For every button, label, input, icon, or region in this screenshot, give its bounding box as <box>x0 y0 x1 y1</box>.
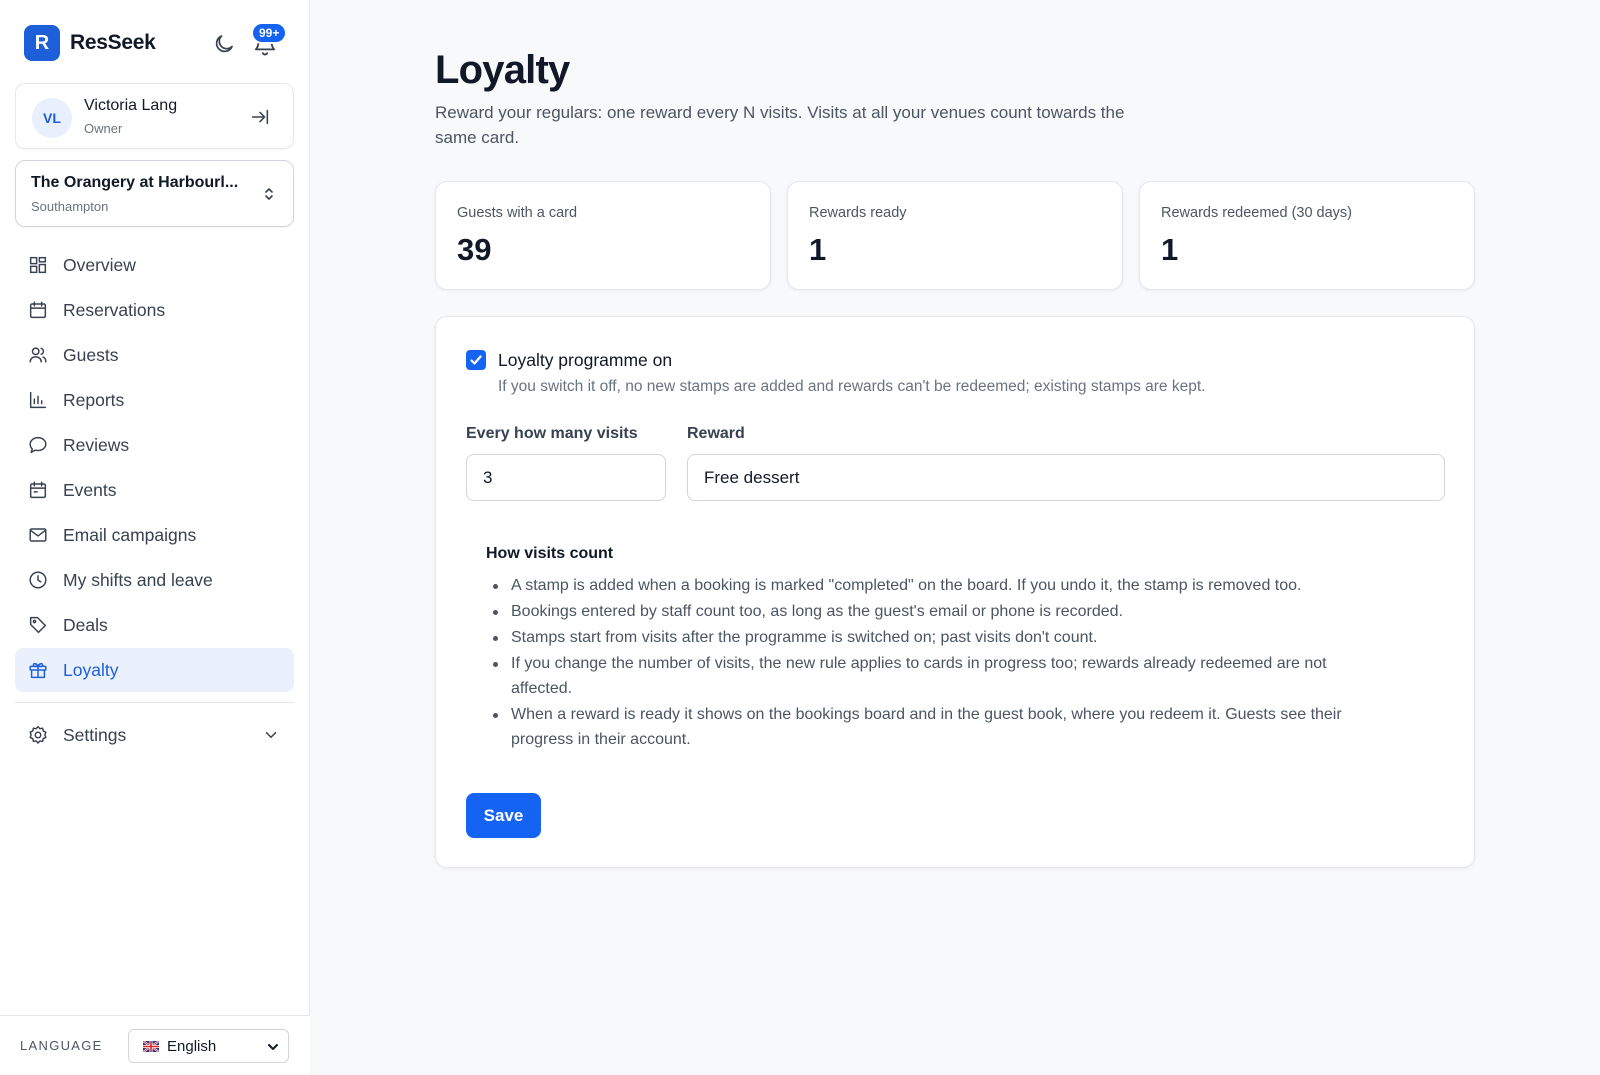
sidebar-item-label: Guests <box>63 344 119 365</box>
language-label: LANGUAGE <box>20 1038 103 1053</box>
main-content: Loyalty Reward your regulars: one reward… <box>311 0 1600 1075</box>
list-item: Bookings entered by staff count too, as … <box>486 599 1386 624</box>
moon-icon[interactable] <box>212 32 236 56</box>
tag-icon <box>29 616 47 634</box>
stat-value: 1 <box>1161 232 1179 267</box>
save-button[interactable]: Save <box>466 793 541 838</box>
sidebar-item-label: Reservations <box>63 299 166 320</box>
sidebar-item-loyalty[interactable]: Loyalty <box>15 648 294 692</box>
sidebar-item-overview[interactable]: Overview <box>15 243 294 287</box>
reward-label: Reward <box>687 425 745 442</box>
sidebar-item-label: Loyalty <box>63 659 119 680</box>
stat-value: 39 <box>457 232 492 267</box>
loyalty-toggle-label[interactable]: Loyalty programme on <box>498 350 672 371</box>
loyalty-toggle-checkbox[interactable] <box>466 350 486 370</box>
notification-badge: 99+ <box>251 22 288 44</box>
app-name: ResSeek <box>70 31 156 54</box>
list-item: Stamps start from visits after the progr… <box>486 625 1386 650</box>
users-icon <box>29 347 47 363</box>
sign-out-icon[interactable] <box>249 106 271 128</box>
sidebar-item-label: Settings <box>63 724 127 745</box>
sidebar-item-label: Reports <box>63 389 125 410</box>
stat-card-rewards-redeemed: Rewards redeemed (30 days) 1 <box>1139 181 1475 290</box>
avatar: VL <box>32 98 72 138</box>
message-icon <box>29 436 47 454</box>
language-value: English <box>167 1037 217 1055</box>
language-bar: LANGUAGE English <box>0 1015 310 1075</box>
gear-icon <box>29 725 47 744</box>
stat-label: Rewards redeemed (30 days) <box>1161 205 1353 221</box>
sidebar-item-label: Overview <box>63 254 136 275</box>
loyalty-settings-panel: Loyalty programme on If you switch it of… <box>435 316 1475 868</box>
sidebar-item-label: My shifts and leave <box>63 569 213 590</box>
user-card[interactable]: VL Victoria Lang Owner <box>15 83 294 149</box>
sidebar-item-reviews[interactable]: Reviews <box>15 423 294 467</box>
stat-label: Guests with a card <box>457 205 578 221</box>
bar-chart-icon <box>29 391 47 409</box>
user-name: Victoria Lang <box>84 97 178 114</box>
grid-icon <box>29 256 47 274</box>
calendar-icon <box>29 301 47 319</box>
sidebar-item-my-shifts[interactable]: My shifts and leave <box>15 558 294 602</box>
sidebar-item-settings[interactable]: Settings <box>15 713 294 757</box>
venue-name: The Orangery at Harbourl... <box>31 174 239 191</box>
visits-count-input[interactable] <box>466 454 666 501</box>
page-title: Loyalty <box>435 48 570 92</box>
stat-label: Rewards ready <box>809 205 907 221</box>
sidebar-item-email-campaigns[interactable]: Email campaigns <box>15 513 294 557</box>
stat-card-guests-with-card: Guests with a card 39 <box>435 181 771 290</box>
sidebar-item-reservations[interactable]: Reservations <box>15 288 294 332</box>
sidebar-item-guests[interactable]: Guests <box>15 333 294 377</box>
nav-divider <box>15 702 294 703</box>
sidebar-item-label: Email campaigns <box>63 524 197 545</box>
clock-icon <box>29 571 47 589</box>
sidebar-item-label: Deals <box>63 614 108 635</box>
visits-label: Every how many visits <box>466 425 638 442</box>
venue-city: Southampton <box>31 199 109 214</box>
list-item: A stamp is added when a booking is marke… <box>486 573 1386 598</box>
user-role: Owner <box>84 121 123 136</box>
stat-card-rewards-ready: Rewards ready 1 <box>787 181 1123 290</box>
mail-icon <box>29 528 47 542</box>
sidebar-item-reports[interactable]: Reports <box>15 378 294 422</box>
sidebar-item-label: Events <box>63 479 117 500</box>
sidebar-item-events[interactable]: Events <box>15 468 294 512</box>
chevron-down-icon <box>265 731 277 739</box>
brand[interactable]: R ResSeek <box>24 25 156 61</box>
list-item: If you change the number of visits, the … <box>486 651 1386 701</box>
app-logo: R <box>24 25 60 61</box>
howto-title: How visits count <box>486 545 614 562</box>
chevron-down-icon <box>268 1044 278 1050</box>
calendar-event-icon <box>29 481 47 499</box>
language-select[interactable]: English <box>128 1029 289 1063</box>
uk-flag-icon <box>143 1040 159 1052</box>
gift-icon <box>29 662 47 679</box>
loyalty-toggle-help: If you switch it off, no new stamps are … <box>498 378 1206 395</box>
howto-list: A stamp is added when a booking is marke… <box>486 573 1386 753</box>
venue-switcher[interactable]: The Orangery at Harbourl... Southampton <box>15 160 294 227</box>
sidebar: R ResSeek 99+ VL Victoria Lang Owner The… <box>0 0 310 1075</box>
sidebar-item-deals[interactable]: Deals <box>15 603 294 647</box>
stat-value: 1 <box>809 232 827 267</box>
reward-input[interactable] <box>687 454 1445 501</box>
check-icon <box>470 355 482 365</box>
sidebar-nav: Overview Reservations Guests Reports Rev… <box>15 243 294 758</box>
page-description: Reward your regulars: one reward every N… <box>435 103 1125 147</box>
list-item: When a reward is ready it shows on the b… <box>486 702 1386 752</box>
chevron-up-down-icon <box>265 188 273 200</box>
sidebar-item-label: Reviews <box>63 434 130 455</box>
